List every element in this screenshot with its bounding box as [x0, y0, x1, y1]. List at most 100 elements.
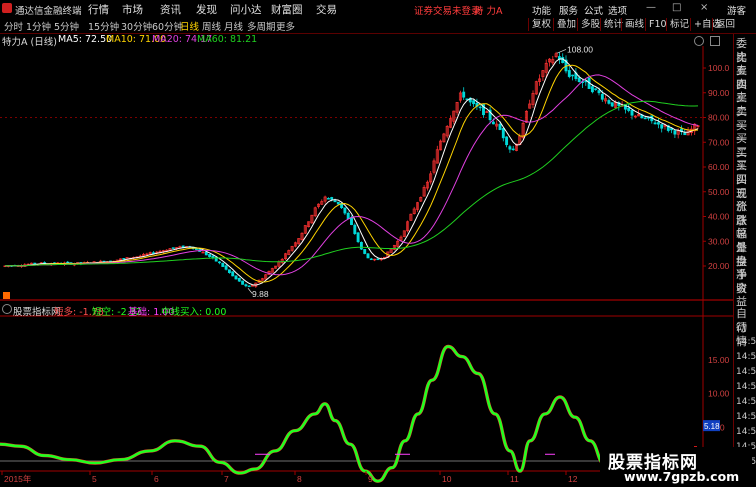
candle-body — [343, 207, 347, 214]
menu-item-0[interactable]: 行情 — [88, 2, 109, 17]
candle-body — [244, 284, 248, 287]
candle-body — [571, 74, 575, 77]
candle-body — [237, 278, 241, 282]
price-axis-label: 60.00 — [708, 162, 730, 172]
x-axis-label: 2015年 — [4, 474, 32, 484]
right-menu-item-1[interactable]: 服务 — [559, 3, 578, 17]
candle-body — [600, 93, 604, 100]
chart-area[interactable]: 108.00 9.88 100.0 90.00 80.00 70.00 60.00 50.0… — [0, 46, 733, 487]
price-axis-label: 100.0 — [708, 63, 730, 73]
tick-time-5: 14:5 — [736, 412, 756, 422]
candle-body — [501, 128, 505, 139]
candle-body — [607, 100, 611, 104]
candle-body — [359, 241, 363, 250]
menu-bar: 通达信金融终端 行情 市场 资讯 发现 问小达 财富圈 交易 证券交易未登录 特 力A 功能… — [0, 0, 756, 19]
x-axis-label: 5 — [92, 474, 97, 484]
tool-button-4[interactable]: 画线 — [621, 18, 647, 31]
tick-time-4: 14:5 — [736, 397, 756, 407]
price-axis-label: 50.00 — [708, 187, 730, 197]
period-tab-2[interactable]: 5分钟 — [54, 19, 79, 33]
x-axis-label: 12 — [568, 474, 578, 484]
indicator-short-long-line — [0, 344, 701, 487]
period-tab-4[interactable]: 30分钟 — [121, 19, 152, 33]
x-axis-label: 11 — [510, 474, 519, 484]
period-tab-5[interactable]: 60分钟 — [152, 19, 183, 33]
ma10-line — [4, 64, 699, 283]
period-tab-10[interactable]: 更多 — [276, 19, 295, 33]
settings-gear-icon[interactable] — [694, 36, 704, 46]
low-price-label: 9.88 — [252, 289, 269, 299]
expand-icon[interactable] — [710, 36, 720, 46]
tick-time-0: 14:5 — [736, 337, 756, 347]
moving-average-lines: 108.00 9.88 — [4, 46, 699, 299]
login-notice[interactable]: 证券交易未登录 — [414, 3, 481, 17]
menu-item-3[interactable]: 发现 — [196, 2, 217, 17]
candle-body — [643, 117, 647, 120]
candlestick-series — [3, 51, 700, 288]
period-tab-7[interactable]: 周线 — [202, 19, 221, 33]
candle-body — [326, 198, 330, 200]
candle-body — [683, 132, 687, 136]
indicator-panel — [0, 344, 701, 487]
menu-item-6[interactable]: 交易 — [316, 2, 337, 17]
candle-body — [204, 251, 208, 256]
price-axis-label: 70.00 — [708, 137, 730, 147]
candle-body — [673, 130, 677, 135]
tool-button-0[interactable]: 复权 — [528, 18, 554, 31]
price-axis-label: 40.00 — [708, 212, 730, 222]
candle-body — [505, 136, 509, 146]
candle-body — [356, 232, 360, 243]
corner-marker-icon — [3, 292, 10, 299]
ma20-line — [4, 74, 699, 276]
menu-item-5[interactable]: 财富圈 — [271, 2, 303, 17]
period-tab-6[interactable]: 日线 — [180, 19, 199, 33]
period-toolbar: 分时 1分钟 5分钟 15分钟 30分钟 60分钟 日线 周线 月线 多周期 更多 复权 叠加 多股 统计… — [0, 18, 756, 34]
period-tab-9[interactable]: 多周期 — [247, 19, 276, 33]
candle-body — [171, 247, 175, 249]
right-menu-item-2[interactable]: 公式 — [584, 3, 603, 17]
candle-body — [336, 201, 340, 205]
price-axis-label: 30.00 — [708, 236, 730, 246]
panel-label-18: 收益 — [736, 281, 747, 309]
candle-body — [630, 110, 634, 116]
indicator-settings-icon[interactable] — [2, 304, 12, 314]
price-axis-label: 80.00 — [708, 113, 730, 123]
menu-item-4[interactable]: 问小达 — [230, 2, 262, 17]
candle-body — [627, 107, 631, 111]
x-axis-label: 8 — [297, 474, 302, 484]
x-axis-label: 9 — [368, 474, 373, 484]
candle-body — [201, 251, 205, 254]
candle-body — [472, 100, 476, 105]
right-menu-item-4[interactable]: 游客 — [727, 3, 746, 17]
period-tab-8[interactable]: 月线 — [224, 19, 243, 33]
period-tab-3[interactable]: 15分钟 — [88, 19, 119, 33]
maximize-icon[interactable]: □ — [672, 2, 681, 13]
minimize-icon[interactable]: — — [646, 2, 656, 13]
candle-body — [221, 262, 225, 267]
app-logo-icon — [2, 3, 12, 13]
tool-button-1[interactable]: 叠加 — [553, 18, 579, 31]
right-menu-item-3[interactable]: 选项 — [608, 3, 627, 17]
app-title: 通达信金融终端 — [15, 6, 82, 17]
period-tab-0[interactable]: 分时 — [4, 19, 23, 33]
x-axis-label: 10 — [442, 474, 452, 484]
right-menu-item-0[interactable]: 功能 — [532, 3, 551, 17]
candle-body — [333, 200, 337, 203]
period-tab-1[interactable]: 1分钟 — [26, 19, 51, 33]
ma-value-0: MA5: 72.50 — [58, 34, 113, 45]
menu-item-1[interactable]: 市场 — [122, 2, 143, 17]
candle-body — [366, 253, 370, 259]
current-value-text: 5.18 — [704, 422, 720, 431]
price-axis-label: 90.00 — [708, 88, 730, 98]
close-icon[interactable]: × — [700, 2, 708, 13]
tool-button-8[interactable]: 返回 — [712, 18, 738, 31]
menu-item-2[interactable]: 资讯 — [160, 2, 181, 17]
tool-button-6[interactable]: 标记 — [666, 18, 692, 31]
candle-body — [346, 212, 350, 220]
x-axis-label: 7 — [224, 474, 229, 484]
candle-body — [194, 248, 198, 250]
tick-time-6: 14:5 — [736, 427, 756, 437]
candle-body — [508, 146, 512, 150]
candle-body — [218, 261, 221, 264]
candle-body — [241, 280, 245, 285]
